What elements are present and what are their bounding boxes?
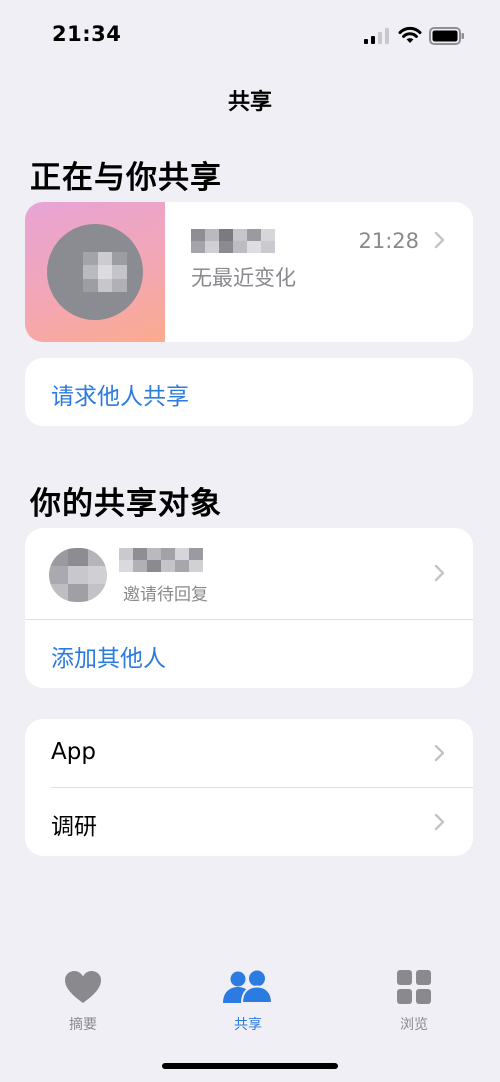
people-icon <box>223 970 274 1004</box>
more-items-card: App 调研 <box>25 719 473 856</box>
last-update-time: 21:28 <box>358 229 419 253</box>
add-person-button[interactable]: 添加其他人 <box>25 620 473 688</box>
section-title-sharing-with-you: 正在与你共享 <box>30 160 222 196</box>
blurred-name <box>191 229 275 253</box>
cellular-signal-icon <box>364 28 389 44</box>
add-person-label: 添加其他人 <box>51 646 166 672</box>
request-sharing-button[interactable]: 请求他人共享 <box>25 358 473 426</box>
home-indicator <box>162 1063 338 1069</box>
tab-browse-label: 浏览 <box>400 1017 428 1033</box>
chevron-right-icon <box>434 813 445 831</box>
nav-title: 共享 <box>227 90 272 115</box>
heart-icon <box>65 971 101 1003</box>
app-row[interactable]: App <box>25 719 473 787</box>
chevron-right-icon <box>434 564 445 582</box>
grid-icon <box>397 970 431 1004</box>
battery-icon <box>429 27 464 45</box>
tab-summary[interactable]: 摘要 <box>23 970 143 1034</box>
tab-browse[interactable]: 浏览 <box>354 970 474 1034</box>
shared-person-thumbnail <box>25 202 165 342</box>
tab-summary-label: 摘要 <box>69 1017 97 1033</box>
tab-sharing-label: 共享 <box>234 1017 262 1033</box>
status-bar: 21:34 <box>0 0 500 72</box>
request-sharing-label: 请求他人共享 <box>51 384 189 410</box>
survey-row-label: 调研 <box>51 814 97 840</box>
blurred-photo-icon <box>83 252 127 292</box>
shared-person-card[interactable]: 21:28 无最近变化 <box>25 202 473 342</box>
wifi-icon <box>398 26 422 43</box>
survey-row[interactable]: 调研 <box>25 788 473 856</box>
invite-status: 邀请待回复 <box>123 585 208 605</box>
chevron-right-icon <box>434 231 445 249</box>
chevron-right-icon <box>434 744 445 762</box>
your-shares-card: 邀请待回复 添加其他人 <box>25 528 473 688</box>
avatar <box>49 548 107 602</box>
app-row-label: App <box>51 739 96 765</box>
status-time: 21:34 <box>52 22 122 46</box>
blurred-name <box>119 548 203 572</box>
change-status: 无最近变化 <box>191 266 296 290</box>
section-title-your-shares: 你的共享对象 <box>30 486 222 522</box>
invited-person-row[interactable]: 邀请待回复 <box>25 528 473 619</box>
tab-sharing[interactable]: 共享 <box>188 970 308 1034</box>
